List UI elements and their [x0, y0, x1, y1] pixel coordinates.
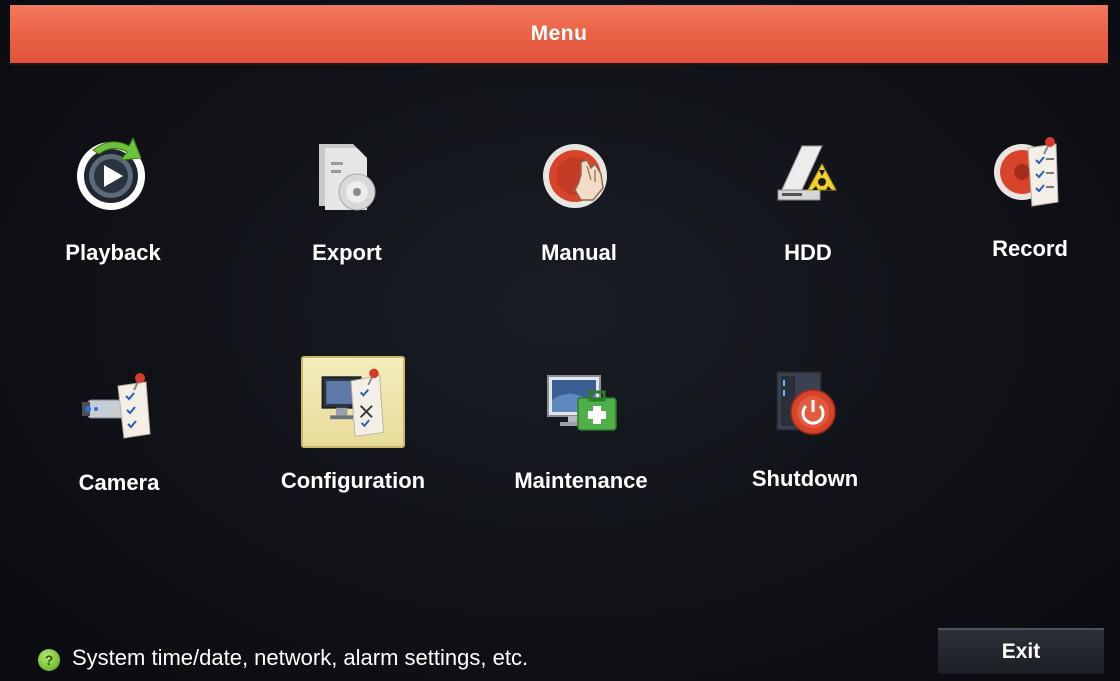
- menu-item-label: Record: [992, 236, 1068, 261]
- question-icon: ?: [38, 649, 60, 671]
- menu-item-label: Maintenance: [514, 468, 648, 493]
- menu-item-label: Manual: [541, 240, 617, 265]
- menu-item-label: Configuration: [280, 468, 426, 493]
- shutdown-icon: [755, 354, 855, 446]
- main-menu-screen: Menu Playback Export Manual HDD Record C…: [0, 0, 1120, 681]
- menu-item-label: Camera: [78, 470, 160, 495]
- title-bar: Menu: [10, 5, 1108, 65]
- menu-item-hdd[interactable]: HDD: [733, 128, 883, 298]
- record-icon: [980, 124, 1080, 216]
- camera-icon: [69, 358, 169, 450]
- status-bar: ? System time/date, network, alarm setti…: [10, 615, 1108, 681]
- exit-button[interactable]: Exit: [938, 628, 1104, 674]
- menu-item-label: Shutdown: [751, 466, 859, 491]
- export-icon: [297, 128, 397, 220]
- help-text: System time/date, network, alarm setting…: [72, 645, 529, 670]
- configuration-icon: [301, 356, 405, 448]
- menu-item-label: HDD: [784, 240, 832, 265]
- menu-item-manual[interactable]: Manual: [504, 128, 654, 298]
- page-title: Menu: [530, 22, 588, 45]
- menu-item-camera[interactable]: Camera: [44, 358, 194, 528]
- menu-item-configuration[interactable]: Configuration: [278, 356, 428, 526]
- menu-item-playback[interactable]: Playback: [38, 128, 188, 298]
- manual-icon: [529, 128, 629, 220]
- maintenance-icon: [531, 356, 631, 448]
- menu-item-label: Export: [312, 240, 382, 265]
- menu-item-shutdown[interactable]: Shutdown: [730, 354, 880, 524]
- menu-item-record[interactable]: Record: [955, 124, 1105, 294]
- menu-item-maintenance[interactable]: Maintenance: [506, 356, 656, 526]
- playback-icon: [63, 128, 163, 220]
- menu-item-export[interactable]: Export: [272, 128, 422, 298]
- hdd-icon: [758, 128, 858, 220]
- menu-item-label: Playback: [65, 240, 161, 265]
